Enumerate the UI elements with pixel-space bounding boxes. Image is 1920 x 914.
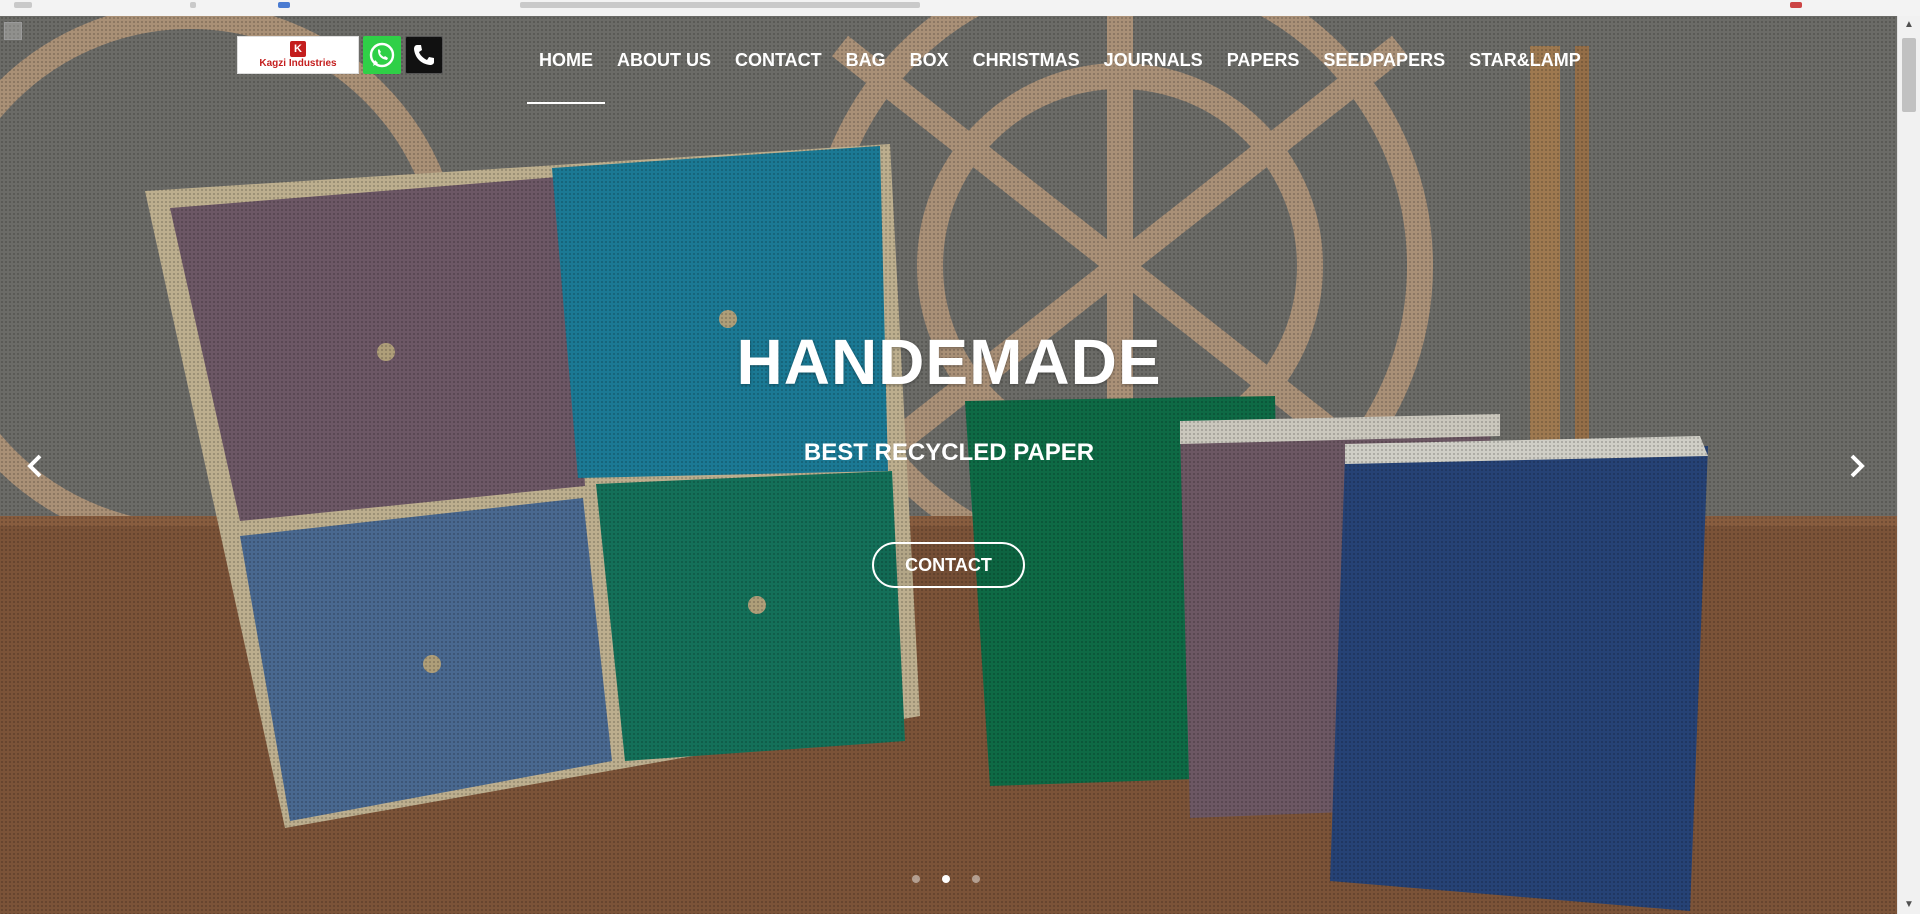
site-logo[interactable]: K Kagzi Industries <box>237 36 359 74</box>
nav-contact[interactable]: CONTACT <box>723 44 834 104</box>
scrollbar-thumb[interactable] <box>1902 38 1916 112</box>
phone-icon <box>414 45 434 65</box>
chevron-right-icon <box>1850 454 1865 478</box>
nav-bag[interactable]: BAG <box>834 44 898 104</box>
whatsapp-icon <box>369 42 395 68</box>
logo-mark: K <box>290 41 306 57</box>
chevron-left-icon <box>27 454 42 478</box>
carousel-indicators <box>912 875 980 883</box>
hero-subtitle: BEST RECYCLED PAPER <box>803 439 1095 466</box>
carousel-dot-2[interactable] <box>942 875 950 883</box>
nav-box[interactable]: BOX <box>898 44 961 104</box>
hero-title: HANDEMADE <box>736 326 1162 398</box>
nav-papers[interactable]: PAPERS <box>1215 44 1312 104</box>
nav-home[interactable]: HOME <box>527 44 605 104</box>
carousel-prev-button[interactable] <box>18 448 54 484</box>
nav-seedpapers[interactable]: SEEDPAPERS <box>1311 44 1457 104</box>
page-scrollbar[interactable]: ▲ ▼ <box>1897 16 1920 914</box>
nav-about-us[interactable]: ABOUT US <box>605 44 723 104</box>
nav-christmas[interactable]: CHRISTMAS <box>961 44 1092 104</box>
carousel-dot-1[interactable] <box>912 875 920 883</box>
logo-text: Kagzi Industries <box>259 58 337 69</box>
nav-star-and-lamp[interactable]: STAR&LAMP <box>1457 44 1593 104</box>
scroll-down-icon[interactable]: ▼ <box>1898 896 1920 914</box>
call-button[interactable] <box>405 36 443 74</box>
hero-contact-button[interactable]: CONTACT <box>872 542 1025 588</box>
carousel-next-button[interactable] <box>1838 448 1874 484</box>
broken-image-icon <box>4 22 22 40</box>
nav-journals[interactable]: JOURNALS <box>1092 44 1215 104</box>
whatsapp-button[interactable] <box>363 36 401 74</box>
brand-bar: K Kagzi Industries <box>237 36 443 74</box>
scroll-up-icon[interactable]: ▲ <box>1898 16 1920 34</box>
browser-top-strip <box>0 0 1920 17</box>
main-nav: HOME ABOUT US CONTACT BAG BOX CHRISTMAS … <box>527 44 1593 104</box>
carousel-dot-3[interactable] <box>972 875 980 883</box>
